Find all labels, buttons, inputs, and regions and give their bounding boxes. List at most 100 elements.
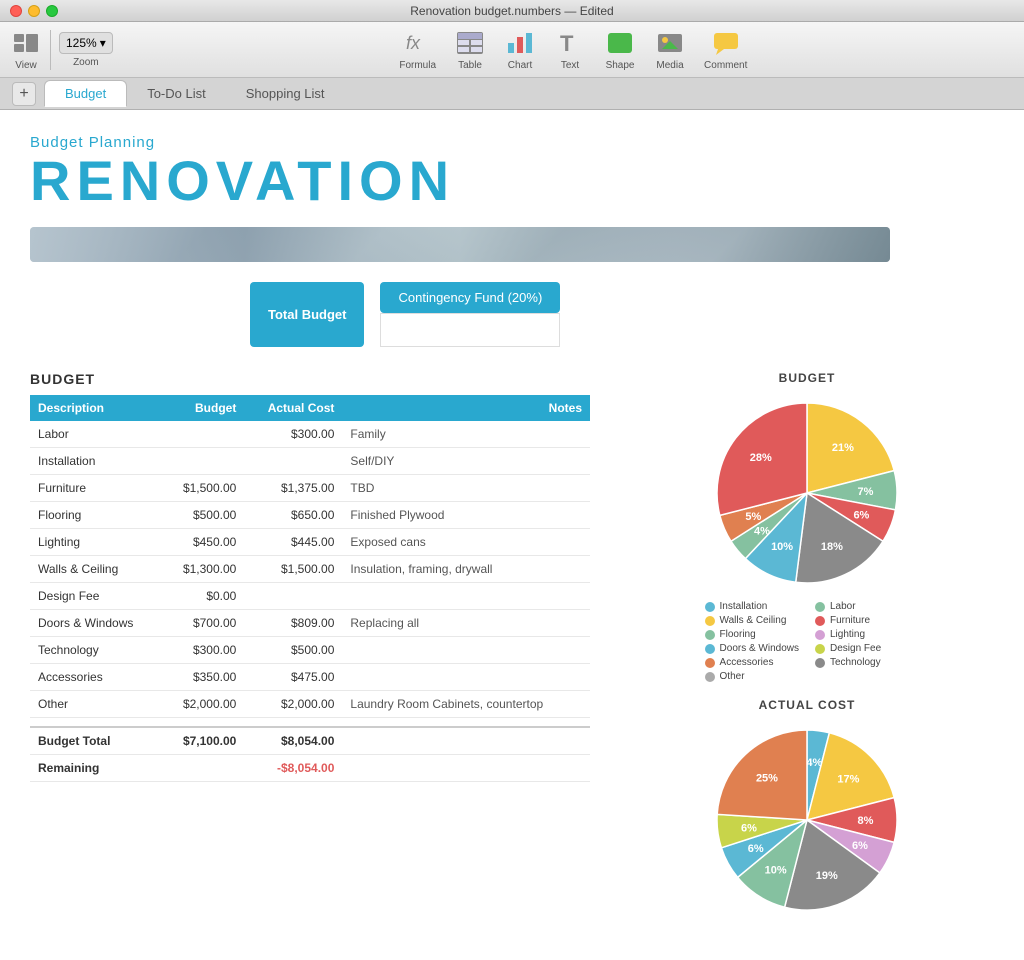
window-title: Renovation budget.numbers — Edited bbox=[410, 4, 613, 18]
chart-group[interactable]: Chart bbox=[504, 29, 536, 71]
legend-dot-technology bbox=[815, 658, 825, 668]
budget-controls: Total Budget Contingency Fund (20%) bbox=[250, 282, 994, 347]
tab-todo[interactable]: To-Do List bbox=[127, 81, 226, 106]
row-description: Accessories bbox=[30, 664, 162, 691]
table-row: Lighting $450.00 $445.00 Exposed cans bbox=[30, 529, 590, 556]
contingency-value-box[interactable] bbox=[380, 313, 560, 347]
comment-group[interactable]: Comment bbox=[704, 29, 747, 71]
zoom-group[interactable]: 125% ▾ Zoom bbox=[59, 32, 113, 68]
legend-label-other: Other bbox=[720, 671, 745, 682]
content-row: BUDGET Description Budget Actual Cost No… bbox=[30, 371, 994, 936]
col-budget: Budget bbox=[162, 395, 244, 421]
row-notes: Family bbox=[342, 421, 590, 448]
row-description: Walls & Ceiling bbox=[30, 556, 162, 583]
zoom-control[interactable]: 125% ▾ bbox=[59, 32, 113, 54]
table-section: BUDGET Description Budget Actual Cost No… bbox=[30, 371, 590, 936]
row-actual: $650.00 bbox=[244, 502, 342, 529]
media-icon bbox=[654, 29, 686, 57]
actual-pie-container: ACTUAL COST 4%17%8%6%19%10%6%6%25% bbox=[620, 698, 994, 920]
row-actual: $500.00 bbox=[244, 637, 342, 664]
table-row: Installation Self/DIY bbox=[30, 448, 590, 475]
row-description: Technology bbox=[30, 637, 162, 664]
svg-text:10%: 10% bbox=[765, 864, 787, 876]
row-notes: Finished Plywood bbox=[342, 502, 590, 529]
tab-shopping-label: Shopping List bbox=[246, 86, 325, 101]
table-header: Description Budget Actual Cost Notes bbox=[30, 395, 590, 421]
row-notes: Exposed cans bbox=[342, 529, 590, 556]
row-budget: $450.00 bbox=[162, 529, 244, 556]
row-description: Lighting bbox=[30, 529, 162, 556]
row-budget: $0.00 bbox=[162, 583, 244, 610]
tab-shopping[interactable]: Shopping List bbox=[226, 81, 345, 106]
maximize-button[interactable] bbox=[46, 5, 58, 17]
svg-text:6%: 6% bbox=[853, 510, 869, 522]
table-group[interactable]: Table bbox=[454, 29, 486, 71]
row-budget: $350.00 bbox=[162, 664, 244, 691]
actual-pie-wrapper: 4%17%8%6%19%10%6%6%25% bbox=[707, 720, 907, 920]
total-notes bbox=[342, 727, 590, 755]
row-actual: $300.00 bbox=[244, 421, 342, 448]
toolbar-left: View 125% ▾ Zoom bbox=[10, 29, 113, 71]
total-actual: $8,054.00 bbox=[244, 727, 342, 755]
traffic-lights bbox=[10, 5, 58, 17]
legend-design-fee: Design Fee bbox=[815, 643, 909, 654]
table-row: Furniture $1,500.00 $1,375.00 TBD bbox=[30, 475, 590, 502]
legend-dot-furniture bbox=[815, 616, 825, 626]
shape-group[interactable]: Shape bbox=[604, 29, 636, 71]
svg-text:21%: 21% bbox=[832, 442, 854, 454]
svg-text:fx: fx bbox=[406, 33, 421, 53]
row-budget bbox=[162, 448, 244, 475]
row-budget bbox=[162, 421, 244, 448]
add-tab-button[interactable]: + bbox=[12, 82, 36, 106]
svg-text:5%: 5% bbox=[745, 511, 761, 523]
main-content: Budget Planning RENOVATION Total Budget … bbox=[0, 110, 1024, 960]
tab-budget[interactable]: Budget bbox=[44, 80, 127, 107]
charts-section: BUDGET 21%7%6%18%10%4%5%28% Installation… bbox=[610, 371, 994, 936]
remaining-actual: -$8,054.00 bbox=[244, 755, 342, 782]
minimize-button[interactable] bbox=[28, 5, 40, 17]
svg-text:10%: 10% bbox=[771, 541, 793, 553]
legend-dot-flooring bbox=[705, 630, 715, 640]
text-label: Text bbox=[561, 60, 579, 71]
row-budget: $1,300.00 bbox=[162, 556, 244, 583]
row-notes bbox=[342, 637, 590, 664]
svg-text:6%: 6% bbox=[852, 840, 868, 852]
legend-flooring: Flooring bbox=[705, 629, 799, 640]
remaining-row: Remaining -$8,054.00 bbox=[30, 755, 590, 782]
legend-other: Other bbox=[705, 671, 799, 682]
legend-doors-windows: Doors & Windows bbox=[705, 643, 799, 654]
legend-dot-installation bbox=[705, 602, 715, 612]
close-button[interactable] bbox=[10, 5, 22, 17]
row-actual: $2,000.00 bbox=[244, 691, 342, 718]
table-row: Accessories $350.00 $475.00 bbox=[30, 664, 590, 691]
total-budget-button[interactable]: Total Budget bbox=[250, 282, 364, 347]
zoom-value: 125% bbox=[66, 36, 97, 50]
total-label: Budget Total bbox=[30, 727, 162, 755]
col-actual: Actual Cost bbox=[244, 395, 342, 421]
table-icon bbox=[454, 29, 486, 57]
table-row: Flooring $500.00 $650.00 Finished Plywoo… bbox=[30, 502, 590, 529]
view-icon bbox=[10, 29, 42, 57]
formula-group[interactable]: fx Formula bbox=[399, 29, 436, 71]
remaining-budget bbox=[162, 755, 244, 782]
legend-dot-other bbox=[705, 672, 715, 682]
svg-text:6%: 6% bbox=[748, 843, 764, 855]
media-group[interactable]: Media bbox=[654, 29, 686, 71]
budget-pie-container: BUDGET 21%7%6%18%10%4%5%28% Installation… bbox=[620, 371, 994, 682]
legend-dot-design bbox=[815, 644, 825, 654]
row-actual: $475.00 bbox=[244, 664, 342, 691]
svg-text:7%: 7% bbox=[858, 486, 874, 498]
svg-text:4%: 4% bbox=[754, 525, 770, 537]
row-actual: $1,375.00 bbox=[244, 475, 342, 502]
table-row: Design Fee $0.00 bbox=[30, 583, 590, 610]
view-group[interactable]: View bbox=[10, 29, 42, 71]
budget-pie-svg: 21%7%6%18%10%4%5%28% bbox=[707, 393, 907, 593]
svg-text:T: T bbox=[560, 31, 574, 55]
legend-accessories: Accessories bbox=[705, 657, 799, 668]
svg-text:18%: 18% bbox=[821, 541, 843, 553]
text-group[interactable]: T Text bbox=[554, 29, 586, 71]
row-description: Flooring bbox=[30, 502, 162, 529]
budget-chart-title: BUDGET bbox=[779, 371, 836, 385]
contingency-fund-button[interactable]: Contingency Fund (20%) bbox=[380, 282, 560, 313]
row-notes: Laundry Room Cabinets, countertop bbox=[342, 691, 590, 718]
